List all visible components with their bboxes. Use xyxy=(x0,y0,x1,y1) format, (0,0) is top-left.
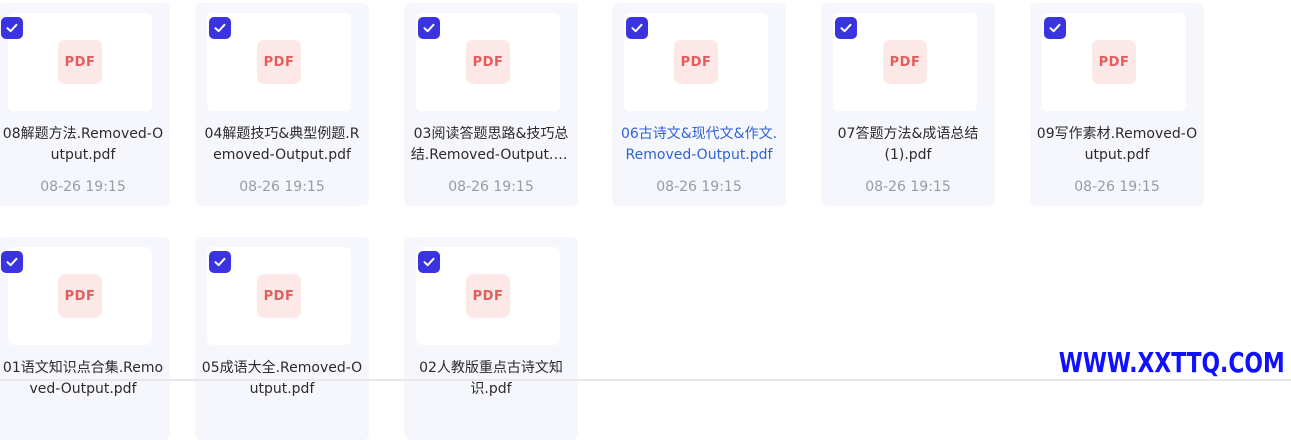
check-icon xyxy=(214,23,226,33)
file-name[interactable]: 08解题方法.Removed-Output.pdf xyxy=(0,124,170,166)
file-card[interactable]: PDF 09写作素材.Removed-Output.pdf 08-26 19:1… xyxy=(1030,3,1204,206)
pdf-file-icon: PDF xyxy=(674,40,718,84)
select-checkbox[interactable] xyxy=(418,251,440,273)
pdf-file-icon: PDF xyxy=(466,40,510,84)
file-date: 08-26 19:15 xyxy=(448,179,534,195)
pdf-file-icon: PDF xyxy=(58,274,102,318)
pdf-file-icon: PDF xyxy=(1092,40,1136,84)
check-icon xyxy=(631,23,643,33)
select-checkbox[interactable] xyxy=(209,251,231,273)
file-thumbnail[interactable]: PDF xyxy=(8,247,152,345)
file-card[interactable]: PDF 07答题方法&成语总结(1).pdf 08-26 19:15 xyxy=(821,3,995,206)
site-watermark: WWW.XXTTQ.COM xyxy=(1059,346,1285,379)
check-icon xyxy=(1049,23,1061,33)
file-name[interactable]: 07答题方法&成语总结(1).pdf xyxy=(821,124,995,166)
file-date: 08-26 19:15 xyxy=(656,179,742,195)
file-name[interactable]: 09写作素材.Removed-Output.pdf xyxy=(1030,124,1204,166)
select-checkbox[interactable] xyxy=(418,17,440,39)
check-icon xyxy=(214,257,226,267)
file-date: 08-26 19:15 xyxy=(865,179,951,195)
file-card[interactable]: PDF 01语文知识点合集.Removed-Output.pdf xyxy=(0,237,170,440)
pdf-file-icon: PDF xyxy=(883,40,927,84)
pdf-file-icon: PDF xyxy=(257,274,301,318)
file-name[interactable]: 03阅读答题思路&技巧总结.Removed-Output.pdf xyxy=(404,124,578,166)
pdf-file-icon: PDF xyxy=(58,40,102,84)
file-name[interactable]: 06古诗文&现代文&作文.Removed-Output.pdf xyxy=(612,124,786,166)
file-card[interactable]: PDF 08解题方法.Removed-Output.pdf 08-26 19:1… xyxy=(0,3,170,206)
select-checkbox[interactable] xyxy=(1,17,23,39)
pdf-file-icon: PDF xyxy=(257,40,301,84)
select-checkbox[interactable] xyxy=(835,17,857,39)
file-date: 08-26 19:15 xyxy=(40,179,126,195)
select-checkbox[interactable] xyxy=(1044,17,1066,39)
file-thumbnail[interactable]: PDF xyxy=(8,13,152,111)
file-date: 08-26 19:15 xyxy=(1074,179,1160,195)
check-icon xyxy=(840,23,852,33)
select-checkbox[interactable] xyxy=(626,17,648,39)
file-name[interactable]: 04解题技巧&典型例题.Removed-Output.pdf xyxy=(195,124,369,166)
file-card[interactable]: PDF 04解题技巧&典型例题.Removed-Output.pdf 08-26… xyxy=(195,3,369,206)
check-icon xyxy=(423,257,435,267)
check-icon xyxy=(423,23,435,33)
file-card[interactable]: PDF 06古诗文&现代文&作文.Removed-Output.pdf 08-2… xyxy=(612,3,786,206)
select-checkbox[interactable] xyxy=(1,251,23,273)
pdf-file-icon: PDF xyxy=(466,274,510,318)
file-card[interactable]: PDF 03阅读答题思路&技巧总结.Removed-Output.pdf 08-… xyxy=(404,3,578,206)
check-icon xyxy=(6,257,18,267)
file-card[interactable]: PDF 02人教版重点古诗文知识.pdf xyxy=(404,237,578,440)
select-checkbox[interactable] xyxy=(209,17,231,39)
file-date: 08-26 19:15 xyxy=(239,179,325,195)
file-grid: PDF 08解题方法.Removed-Output.pdf 08-26 19:1… xyxy=(0,0,1291,440)
check-icon xyxy=(6,23,18,33)
file-card[interactable]: PDF 05成语大全.Removed-Output.pdf xyxy=(195,237,369,440)
